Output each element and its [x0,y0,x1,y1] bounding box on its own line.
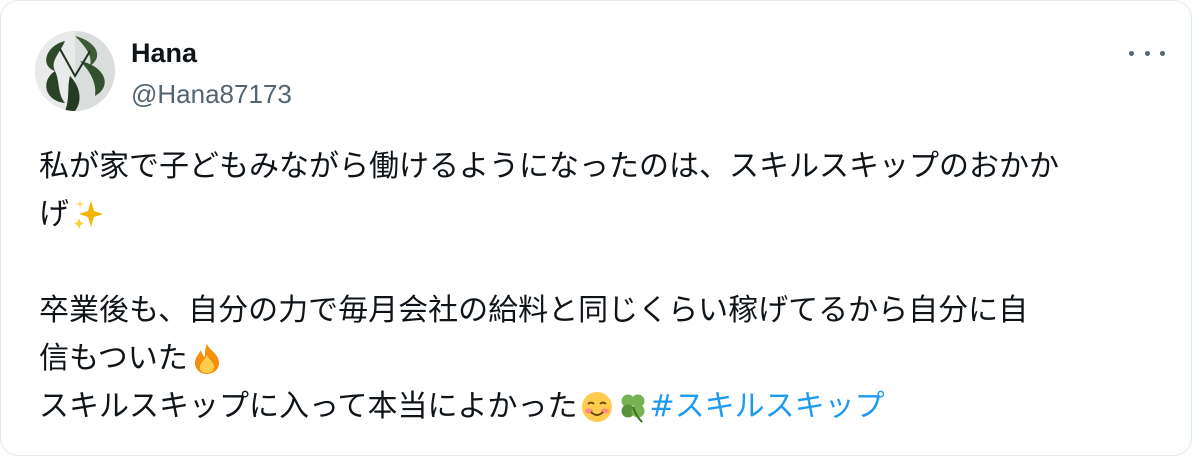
tweet-line: げ [39,191,1165,239]
tweet-line: 私が家で子どもみながら働けるようになったのは、スキルスキップのおかか [39,143,1165,191]
four-leaf-clover-icon [616,390,650,439]
tweet-line-text: スキルスキップに入って本当によかった [39,389,578,424]
tweet-line-text: 私が家で子どもみながら働けるようになったのは、スキルスキップのおかか [39,149,1059,184]
more-options-dot [1160,50,1165,56]
sparkles-icon [71,198,105,247]
more-options-icon [1129,50,1134,56]
tweet-line: スキルスキップに入って本当によかった #スキルスキップ [39,383,1165,431]
hashtag-link[interactable]: #スキルスキップ [650,389,885,424]
tweet-line-text: げ [39,197,69,232]
smiling-face-icon [580,390,614,439]
tweet-line: 信もついた [39,335,1165,383]
avatar[interactable] [35,31,115,111]
plant-avatar-icon [35,31,115,111]
tweet-line: 卒業後も、自分の力で毎月会社の給料と同じくらい稼げてるから自分に自 [39,287,1165,335]
tweet-text: 私が家で子どもみながら働けるようになったのは、スキルスキップのおかか げ 卒業後… [39,143,1165,431]
more-options-button[interactable] [1129,41,1165,65]
tweet-line-text: 卒業後も、自分の力で毎月会社の給料と同じくらい稼げてるから自分に自 [39,293,1029,328]
user-handle[interactable]: @Hana87173 [131,77,292,111]
tweet-card: Hana @Hana87173 私が家で子どもみながら働けるようになったのは、ス… [0,0,1192,456]
user-display-name[interactable]: Hana [131,35,197,71]
tweet-line-text: 信もついた [39,341,188,376]
more-options-dot [1144,50,1150,56]
